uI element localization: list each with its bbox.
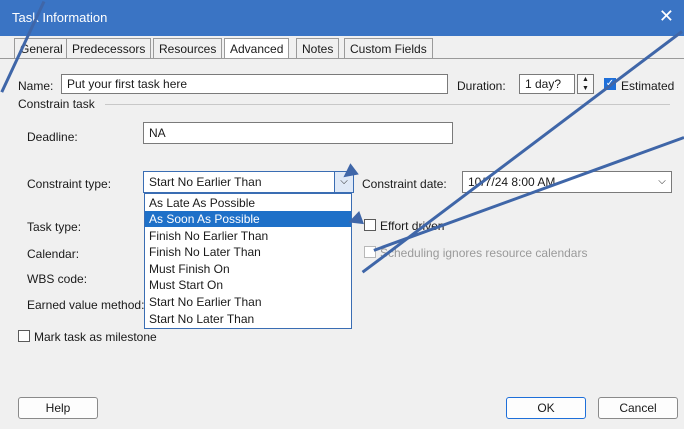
close-icon[interactable]: ✕ (659, 6, 674, 27)
milestone-label: Mark task as milestone (34, 330, 157, 344)
help-button[interactable]: Help (18, 397, 98, 419)
deadline-label: Deadline: (27, 130, 78, 144)
task-type-label: Task type: (27, 220, 82, 234)
option-as-soon-as-possible[interactable]: As Soon As Possible (145, 211, 351, 227)
wbs-code-label: WBS code: (27, 272, 88, 286)
title-bar: Task Information ✕ (0, 0, 684, 36)
tab-predecessors[interactable]: Predecessors (66, 38, 152, 59)
window-title: Task Information (12, 10, 108, 25)
calendar-label: Calendar: (27, 247, 80, 261)
effort-driven-checkbox[interactable] (364, 219, 376, 231)
cancel-button[interactable]: Cancel (598, 397, 678, 419)
milestone-checkbox[interactable] (18, 330, 30, 342)
constraint-type-label: Constraint type: (27, 177, 112, 191)
option-start-no-later-than[interactable]: Start No Later Than (145, 311, 351, 327)
spin-up-icon[interactable]: ▲ (578, 75, 593, 84)
option-finish-no-earlier-than[interactable]: Finish No Earlier Than (145, 228, 351, 244)
name-label: Name: (18, 79, 54, 93)
option-finish-no-later-than[interactable]: Finish No Later Than (145, 244, 351, 260)
duration-label: Duration: (457, 79, 506, 93)
tab-custom-fields[interactable]: Custom Fields (344, 38, 433, 59)
option-as-late-as-possible[interactable]: As Late As Possible (145, 195, 351, 211)
constraint-type-select[interactable]: Start No Earlier Than ⌵ (143, 171, 354, 193)
chevron-down-icon[interactable]: ⌵ (653, 172, 671, 192)
estimated-label: Estimated (621, 79, 675, 93)
option-must-finish-on[interactable]: Must Finish On (145, 261, 351, 277)
constrain-task-heading: Constrain task (18, 97, 95, 111)
spin-down-icon[interactable]: ▼ (578, 84, 593, 93)
constraint-type-value: Start No Earlier Than (149, 175, 262, 189)
scheduling-ignores-label: Scheduling ignores resource calendars (380, 246, 588, 260)
name-input[interactable]: Put your first task here (61, 74, 448, 94)
earned-value-label: Earned value method: (27, 298, 145, 312)
option-must-start-on[interactable]: Must Start On (145, 277, 351, 293)
duration-input[interactable]: 1 day? (519, 74, 575, 94)
constraint-date-label: Constraint date: (362, 177, 447, 191)
duration-spinner[interactable]: ▲ ▼ (577, 74, 594, 94)
deadline-input[interactable]: NA (143, 122, 453, 144)
tab-resources[interactable]: Resources (153, 38, 223, 59)
ok-button[interactable]: OK (506, 397, 586, 419)
tab-divider (0, 58, 684, 59)
constraint-type-dropdown: As Late As Possible As Soon As Possible … (144, 193, 352, 329)
tab-notes[interactable]: Notes (296, 38, 340, 59)
tab-advanced[interactable]: Advanced (224, 38, 290, 59)
option-start-no-earlier-than[interactable]: Start No Earlier Than (145, 294, 351, 310)
